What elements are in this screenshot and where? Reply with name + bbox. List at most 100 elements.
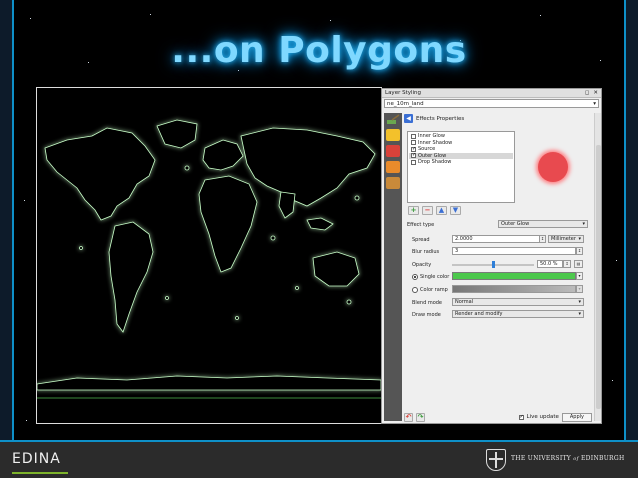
move-up-button[interactable]: ▲ xyxy=(436,206,447,215)
spread-spinner[interactable]: ↕ xyxy=(539,235,546,243)
layer-name: ne_10m_land xyxy=(387,100,424,107)
single-color-radio[interactable] xyxy=(412,273,418,280)
layer-dropdown[interactable]: ne_10m_land ▾ xyxy=(384,99,599,108)
chevron-down-icon: ▾ xyxy=(582,221,585,227)
checkbox-checked[interactable]: ✓ xyxy=(411,153,416,159)
slide: ...on Polygons Layer Styling ◻ ✕ ne_10m_… xyxy=(0,0,638,478)
polygon-greenland xyxy=(156,119,198,149)
polygon-island xyxy=(346,299,352,305)
opacity-label: Opacity xyxy=(412,261,432,268)
panel-bottom-bar: ↶ ↷ ✓ Live update Apply xyxy=(404,411,592,423)
spread-unit-dropdown[interactable]: Millimeter ▾ xyxy=(548,235,584,243)
star xyxy=(26,420,27,421)
effect-type-dropdown[interactable]: Outer Glow ▾ xyxy=(498,220,588,228)
effect-label: Source xyxy=(418,146,436,153)
diagram-tab-icon[interactable] xyxy=(386,161,400,173)
polygon-island xyxy=(295,286,299,290)
effect-type-value: Outer Glow xyxy=(501,221,530,227)
undo-icon[interactable]: ↶ xyxy=(404,412,413,422)
panel-scrollbar[interactable] xyxy=(594,113,601,421)
color-ramp-option[interactable]: Color ramp xyxy=(412,285,448,294)
remove-effect-button[interactable]: − xyxy=(422,206,433,215)
star xyxy=(612,380,613,381)
back-button[interactable]: ◀ xyxy=(404,114,413,123)
history-tab-icon[interactable] xyxy=(386,177,400,189)
3d-tab-icon[interactable] xyxy=(386,145,400,157)
polygon-island xyxy=(235,316,239,320)
polygon-island xyxy=(184,165,190,171)
blend-label: Blend mode xyxy=(412,299,443,306)
layer-styling-panel: Layer Styling ◻ ✕ ne_10m_land ▾ ◀ Effect… xyxy=(381,88,602,424)
add-effect-button[interactable]: + xyxy=(408,206,419,215)
checkbox[interactable] xyxy=(411,133,416,139)
close-icon[interactable]: ✕ xyxy=(593,90,598,96)
redo-icon[interactable]: ↷ xyxy=(416,412,425,422)
draw-mode-value: Render and modify xyxy=(455,311,503,317)
style-tabs xyxy=(384,113,402,421)
effect-label: Inner Shadow xyxy=(418,139,453,146)
opacity-spinner[interactable]: ↕ xyxy=(563,260,571,268)
effect-item-drop-shadow[interactable]: Drop Shadow xyxy=(409,159,513,166)
checkbox[interactable] xyxy=(411,159,416,165)
spread-label: Spread xyxy=(412,236,430,243)
panel-title: Layer Styling xyxy=(385,90,422,96)
apply-button[interactable]: Apply xyxy=(561,412,592,422)
blend-mode-value: Normal xyxy=(455,299,474,305)
effect-buttons: + − ▲ ▼ xyxy=(408,206,461,215)
star xyxy=(30,18,31,19)
polygon-antarctica xyxy=(37,375,381,391)
blur-label: Blur radius xyxy=(412,248,440,255)
chevron-down-icon: ▾ xyxy=(593,100,596,107)
color-menu-button[interactable]: ▾ xyxy=(576,272,583,280)
draw-mode-dropdown[interactable]: Render and modify ▾ xyxy=(452,310,584,318)
world-map xyxy=(37,119,381,399)
polygon-asia xyxy=(240,127,376,207)
blend-mode-dropdown[interactable]: Normal ▾ xyxy=(452,298,584,306)
chevron-down-icon: ▾ xyxy=(578,236,581,242)
color-ramp-menu-button[interactable]: ▾ xyxy=(576,285,583,293)
single-color-option[interactable]: Single color xyxy=(412,272,449,281)
star xyxy=(330,20,331,21)
effect-type-label: Effect type xyxy=(407,221,435,228)
polygon-indonesia xyxy=(306,217,334,231)
scroll-thumb[interactable] xyxy=(596,145,601,409)
checkbox[interactable] xyxy=(411,140,416,146)
star xyxy=(150,14,151,15)
star xyxy=(616,260,617,261)
checkbox-checked[interactable]: ✓ xyxy=(411,146,416,152)
move-down-button[interactable]: ▼ xyxy=(450,206,461,215)
university-name: THE UNIVERSITY of EDINBURGH xyxy=(511,455,625,462)
polygon-south-america xyxy=(108,221,154,333)
effect-preview xyxy=(538,152,568,182)
edina-logo-underline xyxy=(12,472,68,474)
blur-input[interactable]: 3 xyxy=(452,247,576,255)
panel-titlebar: Layer Styling ◻ ✕ xyxy=(382,89,601,98)
opacity-value: 50.0 % xyxy=(540,261,558,267)
paint-brush-icon[interactable] xyxy=(386,114,400,126)
spread-input[interactable]: 2.0000 xyxy=(452,235,544,243)
single-color-swatch[interactable] xyxy=(452,272,576,280)
polygon-india xyxy=(278,191,296,219)
polygon-island xyxy=(165,296,169,300)
polygon-north-america xyxy=(44,127,156,221)
effects-header-label: Effects Properties xyxy=(416,115,465,122)
float-icon[interactable]: ◻ xyxy=(585,90,590,96)
chevron-down-icon: ▾ xyxy=(578,299,581,305)
slide-title: ...on Polygons xyxy=(171,30,467,71)
edina-logo: EDINA xyxy=(12,451,61,467)
blur-spinner[interactable]: ↕ xyxy=(576,247,583,255)
effects-list: Inner Glow Inner Shadow ✓ Source ✓ Outer… xyxy=(407,131,515,203)
color-ramp-radio[interactable] xyxy=(412,286,418,293)
single-color-label: Single color xyxy=(420,273,450,280)
data-defined-override-icon[interactable]: ▤ xyxy=(574,260,583,268)
opacity-input[interactable]: 50.0 % xyxy=(537,260,563,268)
map-canvas[interactable] xyxy=(36,87,382,424)
labels-tab-icon[interactable] xyxy=(386,129,400,141)
color-ramp-swatch[interactable] xyxy=(452,285,576,293)
chevron-down-icon: ▾ xyxy=(578,311,581,317)
polygon-australia xyxy=(312,251,360,287)
live-update-checkbox[interactable]: ✓ xyxy=(518,414,524,420)
university-crest-icon xyxy=(486,449,506,471)
opacity-slider-handle[interactable] xyxy=(491,261,495,268)
draw-label: Draw mode xyxy=(412,311,441,318)
